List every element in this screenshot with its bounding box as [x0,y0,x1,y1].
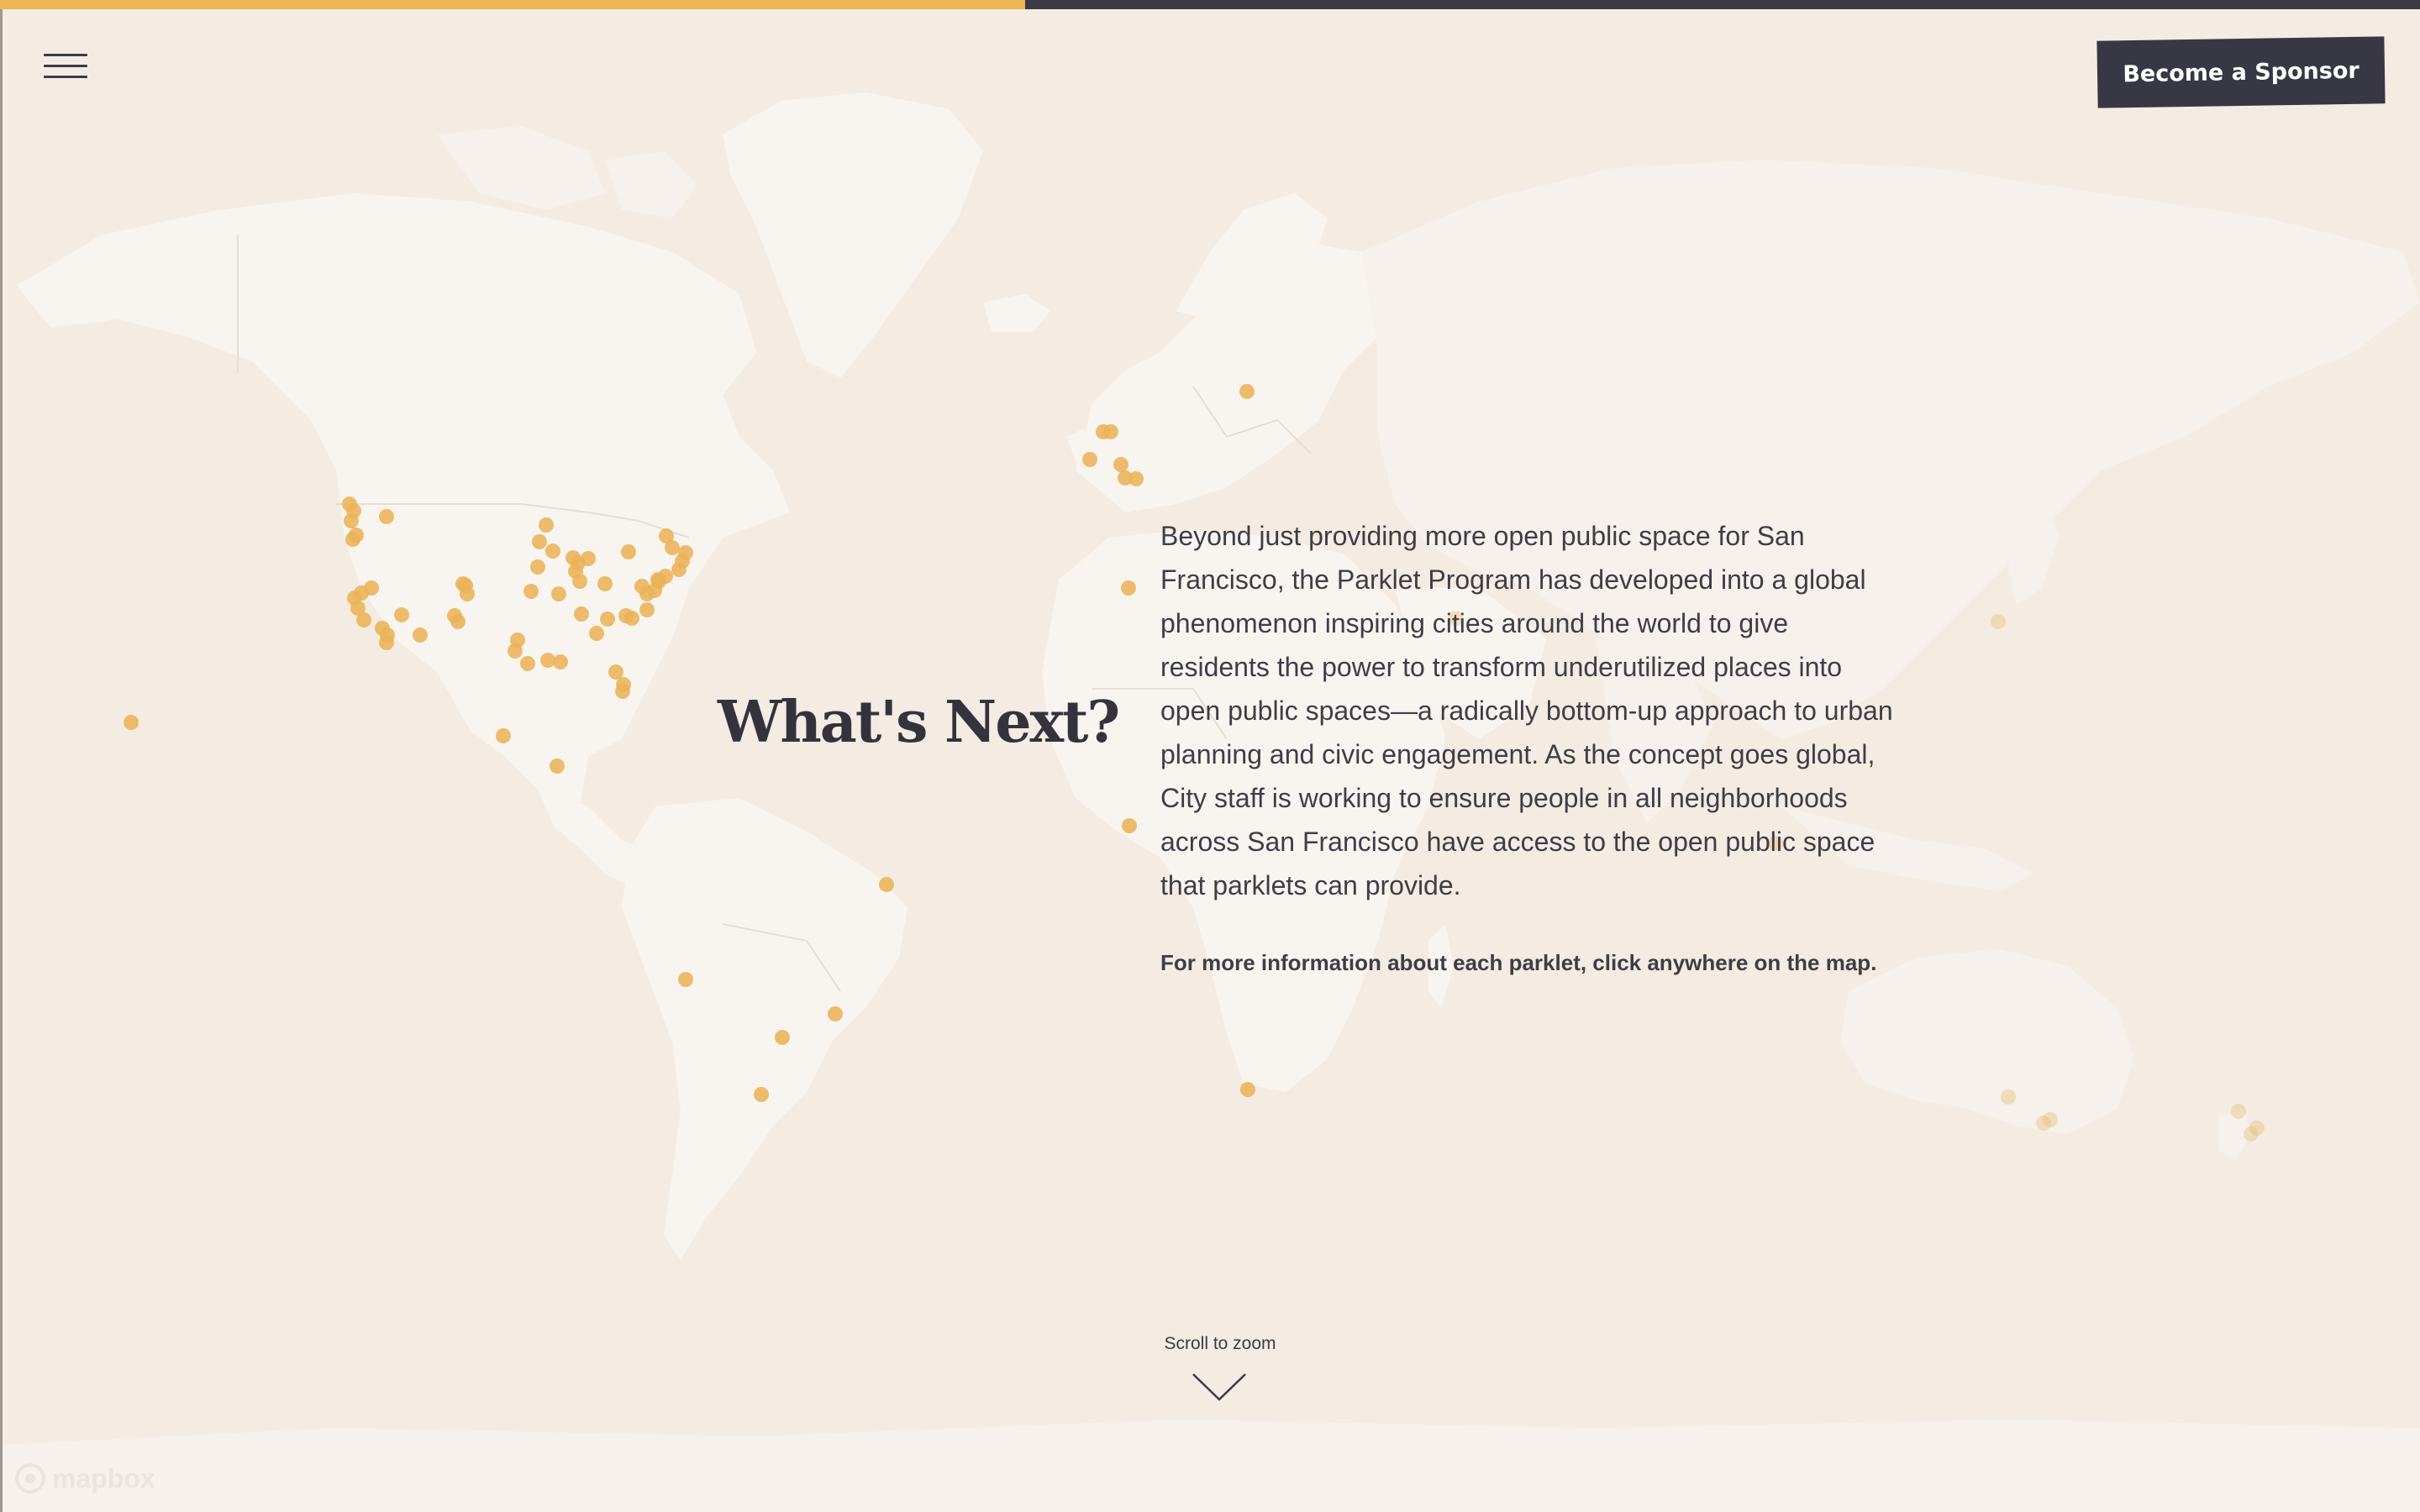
scroll-progress-fill [0,0,1025,9]
chevron-down-icon[interactable] [1192,1371,1247,1404]
intro-paragraph: Beyond just providing more open public s… [1160,521,1893,900]
page-title: What's Next? [718,689,1120,756]
map-info-note: For more information about each parklet,… [1160,950,1877,975]
scroll-hint-label: Scroll to zoom [1164,1334,1276,1353]
scroll-progress-bar [0,0,2420,9]
become-sponsor-button[interactable]: Become a Sponsor [2096,36,2386,108]
mapbox-attribution[interactable]: mapbox [15,1462,155,1495]
map-page: Become a Sponsor What's Next? Beyond jus… [0,0,2420,1512]
mapbox-wordmark: mapbox [52,1462,155,1494]
menu-button[interactable] [44,54,87,82]
mapbox-logo-icon [15,1463,45,1494]
page-left-edge [0,0,3,1512]
